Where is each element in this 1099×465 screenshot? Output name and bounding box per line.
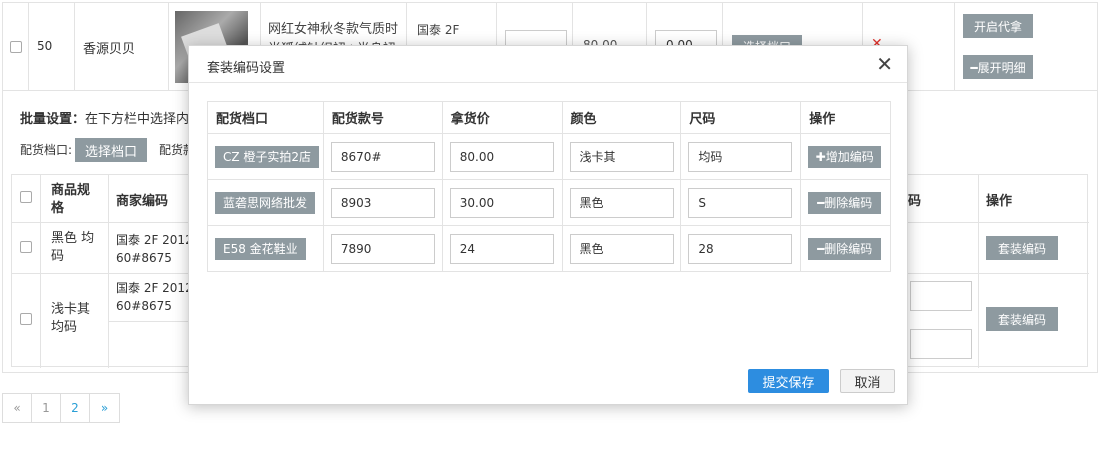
enable-proxy-button[interactable]: 开启代拿 <box>963 14 1033 38</box>
col-ops: 操作 <box>800 101 891 134</box>
batch-hint: 在下方栏中选择内 <box>85 112 190 127</box>
code-input[interactable] <box>910 329 972 359</box>
merchant-code: 国泰 2F 2012 60#8675 <box>116 281 193 313</box>
table-row: E58 金花鞋业 7890 24 黑色 28 ━删除编码 <box>207 225 891 272</box>
set-code-button[interactable]: 套装编码 <box>986 236 1058 260</box>
expand-detail-button[interactable]: ━展开明细 <box>963 55 1033 79</box>
page-1[interactable]: 1 <box>32 394 61 422</box>
table-row: 蓝砻思网络批发 8903 30.00 黑色 S ━删除编码 <box>207 179 891 226</box>
page-2[interactable]: 2 <box>61 394 90 422</box>
batch-stall-label: 配货档口: <box>20 143 73 157</box>
cancel-button[interactable]: 取消 <box>840 369 895 393</box>
set-code-button[interactable]: 套装编码 <box>986 307 1058 331</box>
color-input[interactable]: 黑色 <box>569 187 674 218</box>
col-color: 颜色 <box>561 101 682 134</box>
submit-save-button[interactable]: 提交保存 <box>748 369 829 393</box>
color-input[interactable]: 浅卡其 <box>569 141 674 172</box>
prev-page[interactable]: « <box>3 394 32 422</box>
ops-header: 操作 <box>986 194 1013 209</box>
modal-title: 套装编码设置 <box>207 61 286 76</box>
stall-tag[interactable]: 蓝砻思网络批发 <box>215 191 316 214</box>
set-code-modal: 套装编码设置 ✕ 配货档口 配货款号 拿货价 颜色 尺码 操作 CZ 橙子实拍2… <box>188 45 908 405</box>
code-grid: 配货档口 配货款号 拿货价 颜色 尺码 操作 CZ 橙子实拍2店 8670# 8… <box>207 101 891 272</box>
table-row: CZ 橙子实拍2店 8670# 80.00 浅卡其 均码 ✚增加编码 <box>207 133 891 180</box>
batch-select-stall-button[interactable]: 选择档口 <box>75 138 147 162</box>
col-price: 拿货价 <box>441 101 563 134</box>
col-size: 尺码 <box>680 101 802 134</box>
col-stall: 配货档口 <box>207 101 324 134</box>
price-input[interactable]: 30.00 <box>449 187 554 218</box>
col-model: 配货款号 <box>322 101 443 134</box>
stall-tag[interactable]: E58 金花鞋业 <box>215 237 306 260</box>
close-icon[interactable]: ✕ <box>876 53 893 75</box>
add-code-button[interactable]: ✚增加编码 <box>808 145 882 168</box>
size-input[interactable]: 28 <box>688 233 793 264</box>
spec-header: 商品规格 <box>51 183 91 216</box>
model-input[interactable]: 7890 <box>330 233 435 264</box>
model-input[interactable]: 8670# <box>330 141 435 172</box>
shop-name: 香源贝贝 <box>83 42 136 57</box>
spec-value: 浅卡其 均码 <box>51 302 91 335</box>
modal-header: 套装编码设置 ✕ <box>189 46 907 83</box>
batch-title: 批量设置： <box>20 112 86 127</box>
code-header: 码 <box>908 194 922 209</box>
code-input[interactable] <box>910 281 972 311</box>
row-index: 50 <box>37 39 53 53</box>
spec-select-all-checkbox[interactable] <box>20 191 32 203</box>
size-input[interactable]: 均码 <box>688 141 793 172</box>
delete-code-button[interactable]: ━删除编码 <box>808 237 882 260</box>
merchant-code-header: 商家编码 <box>116 194 169 209</box>
pagination: « 1 2 » <box>2 393 120 423</box>
spec-row-checkbox[interactable] <box>20 241 32 253</box>
stall-tag[interactable]: CZ 橙子实拍2店 <box>215 145 320 168</box>
color-input[interactable]: 黑色 <box>569 233 674 264</box>
next-page[interactable]: » <box>90 394 119 422</box>
price-input[interactable]: 80.00 <box>449 141 554 172</box>
grid-header-row: 配货档口 配货款号 拿货价 颜色 尺码 操作 <box>207 101 891 134</box>
merchant-code: 国泰 2F 2012 60#8675 <box>116 233 193 265</box>
model-input[interactable]: 8903 <box>330 187 435 218</box>
price-input[interactable]: 24 <box>449 233 554 264</box>
row-checkbox[interactable] <box>10 41 22 53</box>
delete-code-button[interactable]: ━删除编码 <box>808 191 882 214</box>
spec-value: 黑色 均码 <box>51 231 95 264</box>
spec-row-checkbox[interactable] <box>20 313 32 325</box>
size-input[interactable]: S <box>688 187 793 218</box>
